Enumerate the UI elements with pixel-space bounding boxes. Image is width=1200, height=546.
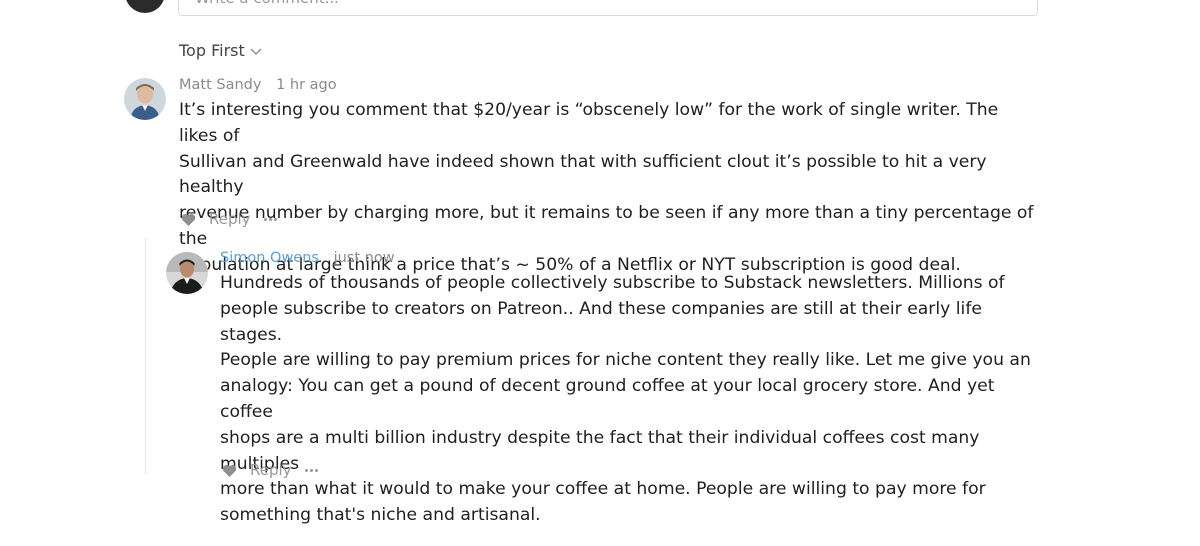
reply-button[interactable]: Reply [209, 210, 251, 228]
avatar[interactable] [124, 78, 166, 120]
heart-icon[interactable] [181, 213, 196, 226]
current-user-avatar [125, 0, 165, 13]
comment-meta: Matt Sandy 1 hr ago [179, 77, 337, 93]
comment-body: Hundreds of thousands of people collecti… [220, 273, 1031, 526]
reply-button[interactable]: Reply [250, 461, 292, 479]
comment-timestamp[interactable]: just now [334, 250, 395, 266]
thread-line [145, 238, 146, 474]
comment-author[interactable]: Matt Sandy [179, 77, 261, 93]
more-options-icon[interactable] [304, 468, 318, 472]
avatar[interactable] [166, 252, 208, 294]
sort-dropdown[interactable]: Top First [179, 41, 262, 60]
comment-timestamp[interactable]: 1 hr ago [276, 77, 337, 93]
comment-input[interactable]: Write a comment... [178, 0, 1038, 16]
sort-label: Top First [179, 41, 245, 60]
chevron-down-icon [250, 48, 262, 55]
more-options-icon[interactable] [263, 217, 277, 221]
comment-actions: Reply [181, 210, 277, 228]
comment-meta: Simon Owens just now [220, 250, 395, 266]
heart-icon[interactable] [222, 464, 237, 477]
comment-actions: Reply [222, 461, 318, 479]
comment-author[interactable]: Simon Owens [220, 250, 319, 266]
